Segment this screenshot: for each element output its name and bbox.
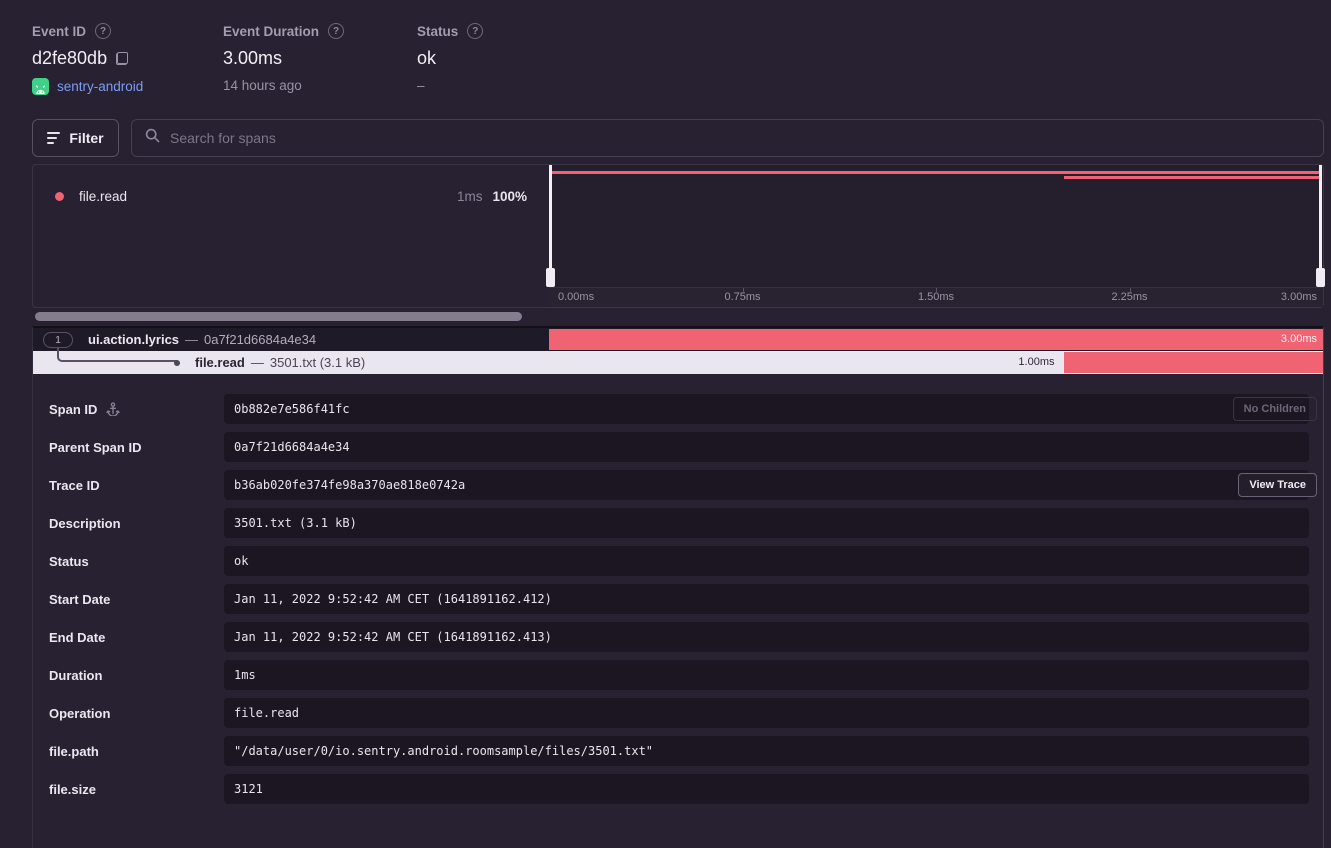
span-op: ui.action.lyrics (88, 332, 179, 347)
event-id-label: Event ID (32, 24, 86, 39)
event-duration-column: Event Duration ? 3.00ms 14 hours ago (223, 23, 344, 93)
status-value: ok (417, 48, 436, 69)
horizontal-scrollbar-thumb[interactable] (35, 312, 522, 321)
detail-value: Jan 11, 2022 9:52:42 AM CET (1641891162.… (224, 584, 1309, 614)
detail-value: 1ms (224, 660, 1309, 690)
span-duration-label: 1.00ms (1018, 351, 1054, 374)
operation-name: file.read (79, 189, 127, 204)
event-id-label-row: Event ID ? (32, 23, 143, 39)
filter-icon (47, 132, 60, 144)
no-children-button: No Children (1233, 397, 1317, 421)
project-link[interactable]: sentry-android (57, 79, 143, 94)
detail-label: Duration (49, 668, 102, 683)
detail-label: End Date (49, 630, 105, 645)
span-duration-bar[interactable] (1064, 352, 1323, 373)
help-icon[interactable]: ? (328, 23, 344, 39)
detail-value: 3121 (224, 774, 1309, 804)
status-sub: – (417, 78, 425, 93)
detail-row-trace-id: Trace ID b36ab020fe374fe98a370ae818e0742… (33, 470, 1323, 500)
status-column: Status ? ok – (417, 23, 483, 93)
detail-label: Status (49, 554, 89, 569)
detail-label: file.path (49, 744, 99, 759)
span-row-parent[interactable]: 1 ui.action.lyrics — 0a7f21d6684a4e34 3.… (33, 328, 1323, 351)
span-op: file.read (195, 355, 245, 370)
copy-icon[interactable] (116, 52, 128, 65)
view-trace-button[interactable]: View Trace (1238, 473, 1317, 497)
span-separator: — (251, 355, 264, 370)
operation-color-dot (55, 192, 64, 201)
help-icon[interactable]: ? (467, 23, 483, 39)
status-label: Status (417, 24, 458, 39)
filter-button-label: Filter (69, 130, 103, 146)
detail-row-operation: Operation file.read (33, 698, 1323, 728)
anchor-icon[interactable] (106, 402, 120, 416)
minimap-right-handle[interactable] (1319, 165, 1322, 287)
android-icon (32, 78, 49, 95)
detail-value: 0b882e7e586f41fc (224, 394, 1309, 424)
search-input[interactable] (170, 130, 1310, 146)
span-duration-bar[interactable]: 3.00ms (549, 329, 1323, 350)
span-search-box (131, 119, 1324, 157)
event-duration-label: Event Duration (223, 24, 319, 39)
span-tree-and-details: 1 ui.action.lyrics — 0a7f21d6684a4e34 3.… (32, 326, 1324, 848)
trace-view-page: Event ID ? d2fe80db sentry-android Event… (0, 0, 1331, 848)
minimap-left-handle[interactable] (549, 165, 552, 287)
detail-value: file.read (224, 698, 1309, 728)
search-icon (145, 128, 160, 148)
detail-row-file-size: file.size 3121 (33, 774, 1323, 804)
detail-value: ok (224, 546, 1309, 576)
event-id-column: Event ID ? d2fe80db sentry-android (32, 23, 143, 95)
detail-row-file-path: file.path "/data/user/0/io.sentry.androi… (33, 736, 1323, 766)
detail-row-status: Status ok (33, 546, 1323, 576)
trace-minimap: file.read 1ms 100% 0.00ms 0.75ms 1.50ms … (32, 164, 1324, 308)
operations-panel: file.read 1ms 100% (33, 165, 549, 307)
span-row-selected[interactable]: file.read — 3501.txt (3.1 kB) 1.00ms (33, 351, 1323, 374)
time-axis: 0.00ms 0.75ms 1.50ms 2.25ms 3.00ms (549, 287, 1323, 307)
span-details-panel: Span ID 0b882e7e586f41fc No Children Par… (33, 374, 1323, 804)
detail-label: Description (49, 516, 121, 531)
detail-value: b36ab020fe374fe98a370ae818e0742a (224, 470, 1309, 500)
children-count-badge[interactable]: 1 (43, 332, 73, 348)
event-id-value: d2fe80db (32, 48, 107, 69)
detail-value: "/data/user/0/io.sentry.android.roomsamp… (224, 736, 1309, 766)
detail-value: Jan 11, 2022 9:52:42 AM CET (1641891162.… (224, 622, 1309, 652)
detail-label: Operation (49, 706, 110, 721)
detail-label: Trace ID (49, 478, 100, 493)
help-icon[interactable]: ? (95, 23, 111, 39)
detail-row-end-date: End Date Jan 11, 2022 9:52:42 AM CET (16… (33, 622, 1323, 652)
detail-value: 0a7f21d6684a4e34 (224, 432, 1309, 462)
operation-percent: 100% (492, 189, 527, 204)
detail-label: file.size (49, 782, 96, 797)
detail-label: Start Date (49, 592, 110, 607)
span-separator: — (185, 332, 198, 347)
detail-value: 3501.txt (3.1 kB) (224, 508, 1309, 538)
detail-row-parent-span-id: Parent Span ID 0a7f21d6684a4e34 (33, 432, 1323, 462)
filter-button[interactable]: Filter (32, 119, 119, 157)
detail-label: Parent Span ID (49, 440, 141, 455)
axis-tick: 3.00ms (1281, 291, 1317, 303)
minimap-span-bar-child (1064, 176, 1319, 179)
detail-row-start-date: Start Date Jan 11, 2022 9:52:42 AM CET (… (33, 584, 1323, 614)
event-age: 14 hours ago (223, 78, 302, 93)
minimap-span-bar-parent (550, 171, 1319, 174)
detail-label: Span ID (49, 402, 97, 417)
tree-connector (57, 348, 177, 362)
span-description: 3501.txt (3.1 kB) (270, 355, 365, 370)
axis-tick: 2.25ms (1111, 291, 1147, 303)
operation-legend-row[interactable]: file.read 1ms 100% (55, 184, 527, 208)
detail-row-span-id: Span ID 0b882e7e586f41fc No Children (33, 394, 1323, 424)
detail-row-duration: Duration 1ms (33, 660, 1323, 690)
span-description: 0a7f21d6684a4e34 (204, 332, 316, 347)
tree-leaf-dot (174, 360, 180, 366)
event-duration-value: 3.00ms (223, 48, 282, 69)
axis-tick: 0.75ms (724, 291, 760, 303)
minimap-canvas[interactable]: 0.00ms 0.75ms 1.50ms 2.25ms 3.00ms (549, 165, 1323, 307)
axis-tick: 0.00ms (558, 291, 594, 303)
detail-row-description: Description 3501.txt (3.1 kB) (33, 508, 1323, 538)
operation-duration: 1ms (457, 189, 483, 204)
span-duration-label: 3.00ms (1281, 329, 1317, 350)
axis-tick: 1.50ms (918, 291, 954, 303)
